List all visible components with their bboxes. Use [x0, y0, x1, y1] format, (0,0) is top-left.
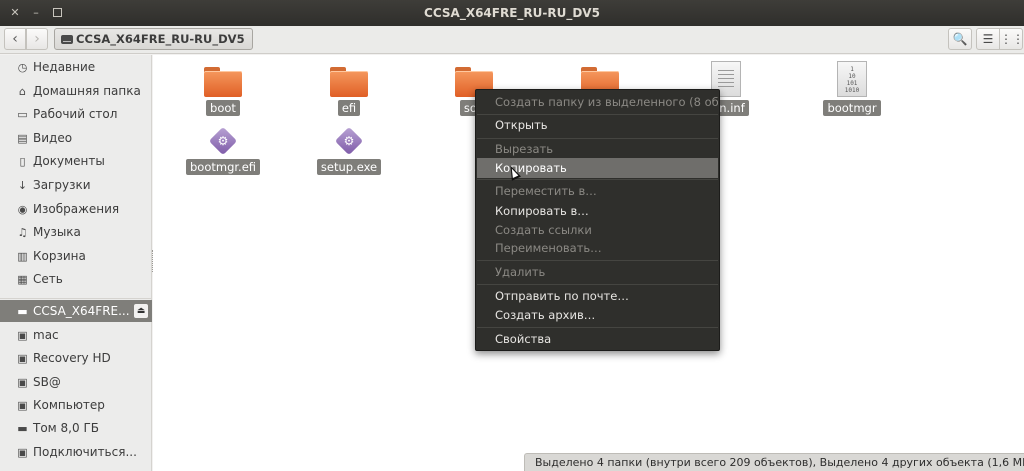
back-button[interactable]: ‹ — [4, 28, 26, 50]
menu-item-create-archive[interactable]: Создать архив… — [477, 305, 718, 325]
menu-separator — [477, 284, 718, 285]
home-icon: ⌂ — [19, 85, 26, 98]
sidebar-item-network[interactable]: ▦ Сеть — [0, 268, 152, 290]
sidebar-item-trash[interactable]: ▥ Корзина — [0, 245, 152, 267]
grid-view-button[interactable]: ⋮⋮ — [999, 28, 1024, 50]
sidebar-item-computer[interactable]: ▣ Компьютер — [0, 394, 152, 416]
drive-icon: ▣ — [17, 352, 28, 365]
drive-icon — [61, 34, 73, 44]
clock-icon: ◷ — [17, 61, 28, 74]
sidebar-item-label: Музыка — [33, 225, 81, 239]
file-label: efi — [337, 100, 361, 116]
menu-item-open[interactable]: Открыть — [477, 115, 718, 135]
sidebar-item-label: Сеть — [33, 272, 63, 286]
sidebar-item-label: Корзина — [33, 249, 86, 263]
connect-icon: ▣ — [17, 446, 28, 459]
desktop-icon: ▭ — [17, 108, 28, 121]
list-view-button[interactable]: ☰ — [976, 28, 1000, 50]
file-item-boot[interactable]: boot — [180, 67, 266, 116]
sidebar-item-connect[interactable]: ▣ Подключиться... — [0, 441, 152, 463]
music-icon: ♫ — [17, 226, 28, 239]
file-label: setup.exe — [316, 159, 382, 175]
status-bar: Выделено 4 папки (внутри всего 209 объек… — [524, 453, 1024, 471]
sidebar-item-video[interactable]: ▤ Видео — [0, 127, 152, 149]
sidebar-item-label: Компьютер — [33, 398, 105, 412]
menu-item-properties[interactable]: Свойства — [477, 329, 718, 349]
menu-item-create-folder-from-selection[interactable]: Создать папку из выделенного (8 об… — [477, 92, 718, 112]
grid-view-icon: ⋮⋮ — [1000, 32, 1024, 46]
sidebar-divider — [0, 298, 152, 299]
sidebar-item-desktop[interactable]: ▭ Рабочий стол — [0, 103, 152, 125]
sidebar-item-recovery-hd[interactable]: ▣ Recovery HD — [0, 347, 152, 369]
drive-icon: ▬ — [17, 305, 28, 318]
sidebar-item-label: Подключиться... — [33, 445, 137, 459]
eject-icon[interactable]: ⏏ — [134, 304, 148, 318]
sidebar-item-label: Недавние — [33, 60, 96, 74]
list-view-icon: ☰ — [982, 32, 994, 46]
drive-icon: ▣ — [17, 329, 28, 342]
sidebar-item-label: Изображения — [33, 202, 120, 216]
video-icon: ▤ — [17, 132, 28, 145]
executable-icon: ⚙ — [334, 126, 364, 156]
trash-icon: ▥ — [17, 250, 28, 263]
sidebar-item-label: Загрузки — [33, 178, 91, 192]
network-icon: ▦ — [17, 273, 28, 286]
search-button[interactable]: 🔍 — [948, 28, 972, 50]
sidebar-item-label: CCSA_X64FRE... — [33, 304, 130, 318]
folder-icon — [330, 67, 368, 97]
sidebar-item-volume[interactable]: ▬ Том 8,0 ГБ — [0, 417, 152, 439]
sidebar-item-label: Recovery HD — [33, 351, 111, 365]
menu-separator — [477, 260, 718, 261]
sidebar-item-recent[interactable]: ◷ Недавние — [0, 56, 152, 78]
toolbar: ‹ › CCSA_X64FRE_RU-RU_DV5 🔍 ☰ ⋮⋮ — [0, 26, 1024, 54]
title-bar: ✕ – CCSA_X64FRE_RU-RU_DV5 — [0, 0, 1024, 26]
path-bar-label: CCSA_X64FRE_RU-RU_DV5 — [76, 32, 245, 46]
path-bar-button[interactable]: CCSA_X64FRE_RU-RU_DV5 — [54, 28, 253, 50]
menu-item-move-to[interactable]: Переместить в… — [477, 181, 718, 201]
sidebar-item-label: Домашняя папка — [33, 84, 141, 98]
sidebar-item-pictures[interactable]: ◉ Изображения — [0, 198, 152, 220]
file-item-efi[interactable]: efi — [306, 67, 392, 116]
search-icon: 🔍 — [952, 32, 968, 46]
menu-item-copy-to[interactable]: Копировать в… — [477, 201, 718, 221]
download-icon: ↓ — [17, 179, 28, 192]
sidebar-item-sb[interactable]: ▣ SB@ — [0, 371, 152, 393]
forward-button[interactable]: › — [26, 28, 48, 50]
camera-icon: ◉ — [17, 203, 28, 216]
binary-file-icon: 1 10 101 1010 — [837, 61, 867, 97]
context-menu: Создать папку из выделенного (8 об… Откр… — [475, 89, 720, 351]
sidebar-item-documents[interactable]: ▯ Документы — [0, 150, 152, 172]
file-label: bootmgr — [823, 100, 881, 116]
menu-item-send-by-email[interactable]: Отправить по почте… — [477, 286, 718, 306]
file-label: boot — [206, 100, 240, 116]
file-item-setup-exe[interactable]: ⚙ setup.exe — [306, 126, 392, 175]
menu-separator — [477, 327, 718, 328]
file-item-bootmgr-efi[interactable]: ⚙ bootmgr.efi — [180, 126, 266, 175]
folder-icon — [204, 67, 242, 97]
menu-item-rename[interactable]: Переименовать… — [477, 238, 718, 258]
sidebar-item-label: mac — [33, 328, 59, 342]
file-item-bootmgr[interactable]: 1 10 101 1010 bootmgr — [809, 61, 895, 116]
sidebar-item-music[interactable]: ♫ Музыка — [0, 221, 152, 243]
drive-icon: ▣ — [17, 376, 28, 389]
document-icon: ▯ — [19, 155, 26, 168]
sidebar-item-label: SB@ — [33, 375, 61, 389]
sidebar-item-downloads[interactable]: ↓ Загрузки — [0, 174, 152, 196]
sidebar-item-label: Том 8,0 ГБ — [33, 421, 99, 435]
computer-icon: ▣ — [17, 399, 28, 412]
window-title: CCSA_X64FRE_RU-RU_DV5 — [424, 6, 600, 20]
file-label: bootmgr.efi — [185, 159, 261, 175]
sidebar-item-mac[interactable]: ▣ mac — [0, 324, 152, 346]
sidebar-item-home[interactable]: ⌂ Домашняя папка — [0, 80, 152, 102]
menu-item-cut[interactable]: Вырезать — [477, 139, 718, 159]
executable-icon: ⚙ — [208, 126, 238, 156]
sidebar: ◷ Недавние ⌂ Домашняя папка ▭ Рабочий ст… — [0, 55, 152, 471]
sidebar-item-label: Документы — [33, 154, 105, 168]
sidebar-item-label: Видео — [33, 131, 73, 145]
sidebar-item-ccsa-drive[interactable]: ▬ CCSA_X64FRE... ⏏ — [0, 300, 152, 322]
menu-item-delete[interactable]: Удалить — [477, 262, 718, 282]
sidebar-item-label: Рабочий стол — [33, 107, 118, 121]
drive-icon: ▬ — [17, 422, 28, 435]
menu-item-create-links[interactable]: Создать ссылки — [477, 220, 718, 240]
